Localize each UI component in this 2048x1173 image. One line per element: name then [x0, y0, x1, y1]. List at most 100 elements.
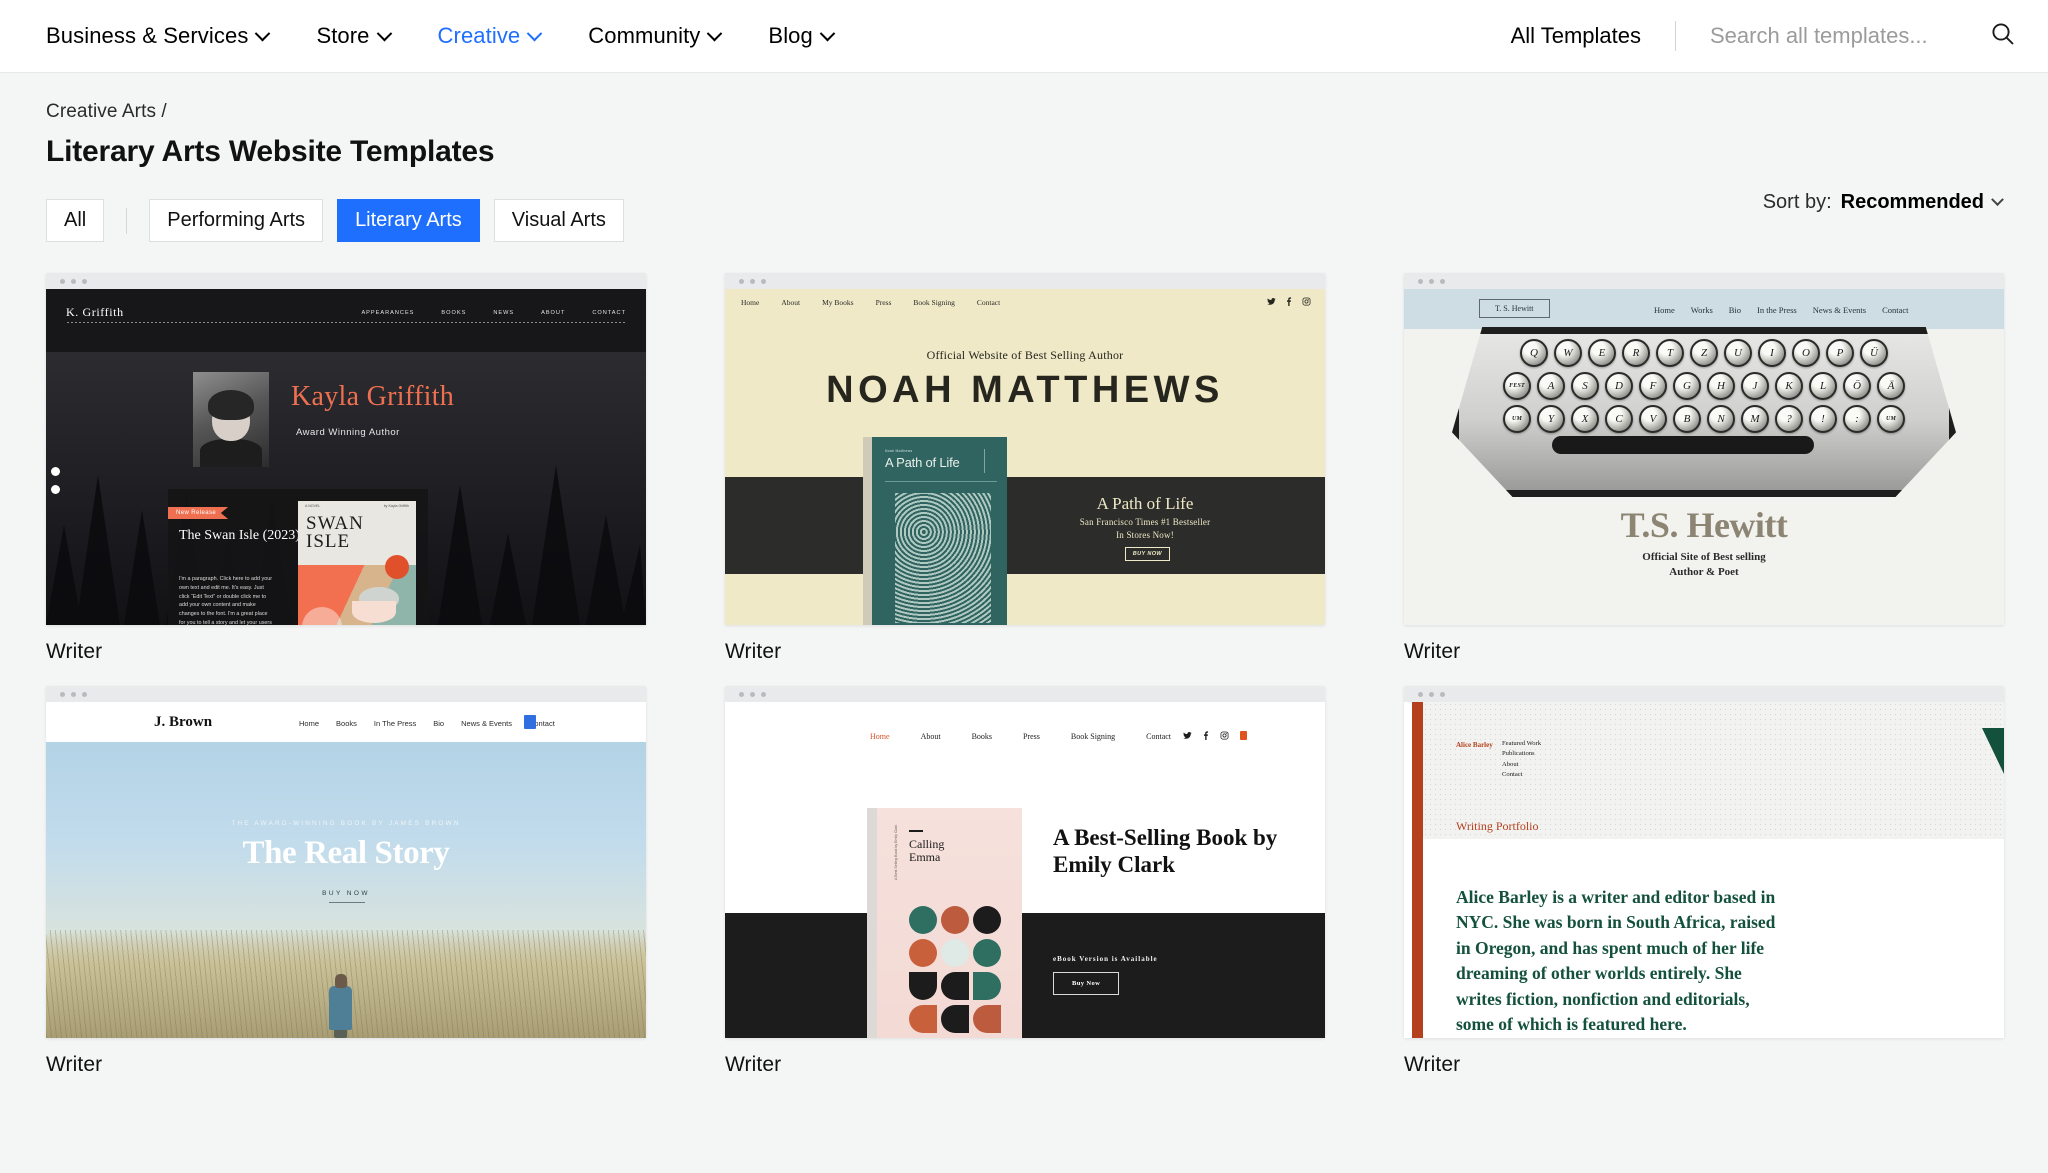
filter-pill-visual-arts[interactable]: Visual Arts	[493, 199, 624, 242]
hero-kicker: THE AWARD-WINNING BOOK BY JAMES BROWN	[231, 820, 461, 827]
typewriter-key: A	[1537, 372, 1565, 400]
nav-item-creative[interactable]: Creative	[438, 23, 543, 49]
circle-shape	[302, 607, 342, 625]
breadcrumb[interactable]: Creative Arts /	[46, 101, 2002, 123]
typewriter-key: L	[1809, 372, 1837, 400]
template-thumbnail[interactable]: T. S. Hewitt Home Works Bio In the Press…	[1404, 273, 2004, 625]
filter-pill-all[interactable]: All	[46, 199, 105, 242]
book-cover-swan-isle: A NOVEL by Kayla Griffith SWAN ISLE	[298, 501, 416, 625]
author-portrait	[193, 372, 269, 467]
twitter-icon	[1183, 732, 1192, 739]
site-nav-link: Press	[875, 298, 892, 307]
template-thumbnail[interactable]: J. Brown Home Books In The Press Bio New…	[46, 686, 646, 1038]
site-preview-noah-matthews: Home About My Books Press Book Signing C…	[725, 289, 1325, 625]
key-row-1: Q W E R T Z U I O P Ü	[1466, 339, 1942, 367]
template-card[interactable]: T. S. Hewitt Home Works Bio In the Press…	[1404, 273, 2004, 664]
template-card[interactable]: K. Griffith APPEARANCES BOOKS NEWS ABOUT…	[46, 273, 646, 664]
template-thumbnail[interactable]: Home About Books Press Book Signing Cont…	[725, 686, 1325, 1038]
sort-by-dropdown[interactable]: Sort by: Recommended	[1763, 191, 2004, 214]
typewriter-key: X	[1571, 405, 1599, 433]
window-dot-icon	[750, 691, 755, 697]
window-dot-icon	[71, 691, 76, 697]
window-dot-icon	[761, 278, 766, 284]
social-icons	[1183, 731, 1247, 740]
window-dot-icon	[82, 691, 87, 697]
site-nav-link: Featured Work	[1502, 740, 1542, 747]
window-dot-icon	[761, 691, 766, 697]
hero-subtitle-1: Official Site of Best selling	[1642, 551, 1766, 563]
site-nav: Home About My Books Press Book Signing C…	[741, 298, 1000, 307]
site-nav-link-active: Home	[870, 732, 890, 741]
nav-item-store[interactable]: Store	[316, 23, 392, 49]
promo-subtitle-1: San Francisco Times #1 Bestseller	[1079, 517, 1211, 527]
site-nav-link: About	[781, 298, 801, 307]
template-thumbnail[interactable]: K. Griffith APPEARANCES BOOKS NEWS ABOUT…	[46, 273, 646, 625]
window-dot-icon	[1418, 278, 1423, 284]
art-shape	[941, 939, 969, 967]
facebook-icon	[1287, 297, 1292, 306]
site-nav-link: BOOKS	[441, 309, 467, 316]
template-card[interactable]: J. Brown Home Books In The Press Bio New…	[46, 686, 646, 1077]
promo-title: The Swan Isle (2023)	[179, 528, 300, 543]
browser-chrome	[725, 273, 1325, 289]
template-card[interactable]: Home About Books Press Book Signing Cont…	[725, 686, 1325, 1077]
typewriter-key: Ü	[1860, 339, 1888, 367]
portrait-body	[200, 439, 262, 467]
buy-now-button: Buy Now	[1053, 972, 1120, 995]
window-dot-icon	[60, 278, 65, 284]
template-card[interactable]: Alice Barley Featured Work Publications …	[1404, 686, 2004, 1077]
site-brand: J. Brown	[154, 714, 213, 730]
site-nav-link: APPEARANCES	[361, 309, 415, 316]
template-thumbnail[interactable]: Alice Barley Featured Work Publications …	[1404, 686, 2004, 1038]
instagram-icon	[1302, 297, 1311, 306]
template-thumbnail[interactable]: Home About My Books Press Book Signing C…	[725, 273, 1325, 625]
chevron-down-icon	[376, 25, 392, 41]
promo-title: A Path of Life	[1096, 494, 1194, 513]
filter-pill-performing-arts[interactable]: Performing Arts	[149, 199, 324, 242]
figure-body	[329, 986, 352, 1030]
template-grid: K. Griffith APPEARANCES BOOKS NEWS ABOUT…	[0, 242, 2048, 1077]
site-nav-link: Publications	[1502, 750, 1535, 758]
art-shape	[941, 972, 969, 1000]
typewriter-key: O	[1792, 339, 1820, 367]
typewriter-key: B	[1673, 405, 1701, 433]
section-heading: Writing Portfolio	[1456, 819, 1539, 833]
book-cover-calling-emma: Calling Emma A Best Selling Book by Emil…	[877, 808, 1022, 1038]
site-preview-alice-barley: Alice Barley Featured Work Publications …	[1404, 702, 2004, 1038]
typewriter-key: H	[1707, 372, 1735, 400]
site-preview-kayla-griffith: K. Griffith APPEARANCES BOOKS NEWS ABOUT…	[46, 289, 646, 625]
bio-paragraph: Alice Barley is a writer and editor base…	[1456, 887, 1776, 1034]
hero-author-name: T.S. Hewitt	[1620, 505, 1788, 545]
site-nav: Home About Books Press Book Signing Cont…	[870, 732, 1171, 741]
search-input[interactable]	[1710, 23, 1980, 49]
filter-pill-literary-arts[interactable]: Literary Arts	[337, 199, 480, 242]
art-shape	[909, 972, 937, 1000]
typewriter-spacebar	[1552, 436, 1814, 454]
site-nav-link: Bio	[1728, 305, 1742, 315]
site-nav-link: Books	[336, 719, 357, 728]
all-templates-link[interactable]: All Templates	[1511, 23, 1641, 49]
category-filter-bar: All Performing Arts Literary Arts Visual…	[0, 169, 2048, 242]
nav-item-business-services[interactable]: Business & Services	[46, 23, 271, 49]
site-nav-link: Home	[741, 298, 760, 307]
site-nav-link: Book Signing	[1070, 732, 1116, 741]
typewriter-key: UM	[1877, 405, 1905, 433]
typewriter-key: M	[1741, 405, 1769, 433]
art-shape	[909, 939, 937, 967]
search-icon[interactable]	[1990, 21, 2016, 52]
nav-item-community[interactable]: Community	[588, 23, 723, 49]
site-nav-link: About	[1502, 760, 1519, 768]
site-nav-link: Book Signing	[913, 298, 955, 307]
template-category-label: Writer	[725, 1053, 782, 1076]
art-shape	[941, 1005, 969, 1033]
nav-label: Business & Services	[46, 23, 249, 48]
site-nav-link: Home	[299, 719, 320, 728]
typewriter-key: Y	[1537, 405, 1565, 433]
header-right-group: All Templates	[1511, 21, 2048, 52]
site-nav-link: CONTACT	[592, 309, 626, 316]
nav-item-blog[interactable]: Blog	[768, 23, 836, 49]
site-nav: Home Books In The Press Bio News & Event…	[299, 719, 555, 728]
template-card[interactable]: Home About My Books Press Book Signing C…	[725, 273, 1325, 664]
search-box[interactable]	[1710, 21, 2014, 52]
figure-head	[335, 974, 347, 988]
